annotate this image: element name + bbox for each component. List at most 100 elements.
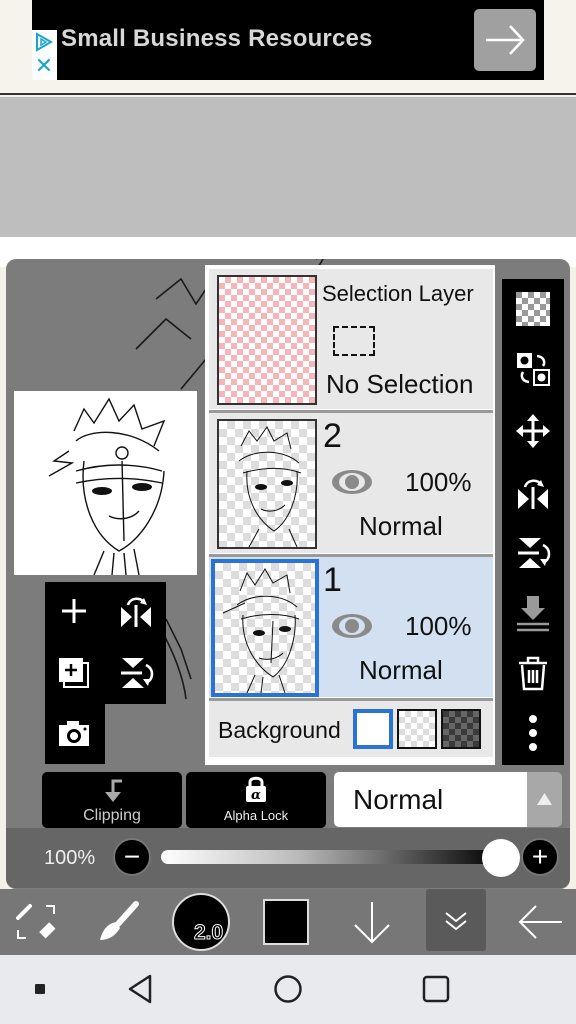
move-icon: [516, 414, 550, 448]
visibility-eye-icon[interactable]: [331, 468, 373, 496]
swap-tools-icon: [16, 904, 56, 939]
visibility-eye-icon[interactable]: [331, 612, 373, 640]
system-nav-bar: [0, 955, 576, 1024]
alpha-lock-button[interactable]: α Alpha Lock: [186, 772, 326, 828]
new-transparent-layer-button[interactable]: [502, 279, 564, 339]
home-circle-icon: [274, 975, 302, 1003]
layer-2-opacity[interactable]: 100%: [405, 467, 472, 498]
layer-1-sketch: [222, 568, 300, 693]
nav-recents-button[interactable]: [416, 969, 456, 1009]
bottom-toolbar: 2.0: [0, 889, 576, 955]
swap-layer-button[interactable]: [502, 339, 564, 399]
layer-side-toolbar: [502, 279, 564, 765]
notification-dot-button[interactable]: [20, 969, 60, 1009]
flip-horizontal-button[interactable]: [502, 463, 564, 523]
layer-2-blend-mode[interactable]: Normal: [359, 511, 443, 542]
opacity-increase-button[interactable]: +: [521, 838, 559, 876]
preview-sketch: [48, 397, 166, 576]
selection-layer[interactable]: Selection Layer No Selection: [209, 269, 493, 409]
layer-row-1[interactable]: 1 100% Normal: [209, 557, 493, 697]
more-options-button[interactable]: [502, 703, 564, 763]
app-header-area: [0, 97, 576, 237]
layer-1-thumbnail: [211, 559, 319, 697]
opacity-slider-track[interactable]: [161, 850, 501, 864]
swap-tools-button[interactable]: [8, 889, 64, 955]
alpha-lock-icon: α: [246, 776, 266, 803]
layer-1-opacity[interactable]: 100%: [405, 611, 472, 642]
quick-tools-panel: [45, 582, 166, 764]
layer-down-button[interactable]: [342, 889, 402, 955]
flip-horizontal-button[interactable]: [107, 582, 165, 640]
blend-mode-select[interactable]: Normal: [334, 772, 527, 827]
transparency-checker-icon: [516, 292, 550, 326]
blend-mode-dropdown-button[interactable]: [527, 772, 562, 827]
camera-button[interactable]: [45, 704, 103, 762]
arrow-down-icon: [354, 902, 390, 944]
delete-layer-button[interactable]: [502, 643, 564, 703]
layer-2-thumbnail: [217, 419, 317, 549]
layer-1-number: 1: [323, 561, 342, 599]
layer-2-number: 2: [323, 417, 342, 455]
flip-horizontal-icon: [121, 597, 151, 627]
brush-icon: [100, 901, 139, 940]
more-vertical-icon: [529, 715, 537, 751]
flip-vertical-button[interactable]: [502, 523, 564, 583]
alpha-lock-label: Alpha Lock: [223, 808, 289, 823]
back-arrow-icon: [518, 905, 562, 939]
ad-title[interactable]: Small Business Resources: [61, 25, 373, 53]
canvas-preview[interactable]: [14, 391, 197, 576]
chevron-up-icon: [537, 793, 552, 805]
recents-square-icon: [422, 975, 450, 1003]
plus-icon: +: [531, 841, 549, 872]
merge-down-button[interactable]: [502, 583, 564, 643]
close-icon[interactable]: ✕: [34, 55, 54, 77]
layer-row-2[interactable]: 2 100% Normal: [209, 413, 493, 553]
opacity-decrease-button[interactable]: −: [113, 838, 151, 876]
trash-icon: [519, 656, 547, 691]
flip-vertical-icon: [121, 658, 154, 688]
background-row: Background: [209, 701, 493, 757]
ad-choices-play-icon[interactable]: [34, 32, 54, 52]
layer-1-blend-mode[interactable]: Normal: [359, 655, 443, 686]
add-layer-icon: [62, 599, 86, 623]
selection-layer-status: No Selection: [326, 369, 474, 399]
collapse-icon: [445, 912, 467, 931]
camera-icon: [59, 721, 89, 746]
background-transparent-option[interactable]: [397, 709, 437, 749]
flip-horizontal-icon: [518, 479, 548, 509]
back-button[interactable]: [510, 889, 570, 955]
brush-size-button[interactable]: 2.0: [170, 889, 232, 955]
collapse-panel-button[interactable]: [426, 889, 486, 951]
selection-layer-title: Selection Layer: [322, 281, 474, 306]
background-label: Background: [218, 717, 341, 743]
selection-marquee-icon: [333, 326, 375, 356]
ad-choices-badge[interactable]: ✕: [32, 30, 57, 80]
clipping-button[interactable]: Clipping: [42, 772, 182, 828]
background-dark-option[interactable]: [441, 709, 481, 749]
square-dot-icon: [35, 984, 45, 994]
back-triangle-icon: [128, 974, 152, 1004]
duplicate-layer-icon: [59, 658, 89, 688]
minus-icon: −: [123, 841, 141, 872]
brush-tool-button[interactable]: [88, 889, 148, 955]
move-layer-button[interactable]: [502, 401, 564, 461]
add-layer-button[interactable]: [45, 582, 103, 640]
color-swatch-icon: [263, 899, 309, 945]
nav-back-button[interactable]: [120, 969, 160, 1009]
opacity-slider-thumb[interactable]: [482, 839, 520, 877]
ad-go-button[interactable]: [474, 9, 536, 71]
color-button[interactable]: [258, 889, 314, 955]
svg-text:α: α: [251, 788, 261, 803]
merge-down-icon: [517, 596, 549, 632]
layers-panel: Selection Layer No Selection 2 100% Norm…: [205, 265, 495, 765]
brush-size-value: 2.0: [193, 921, 224, 945]
layer-2-sketch: [238, 426, 302, 547]
clipping-icon: [105, 779, 122, 802]
duplicate-layer-button[interactable]: [45, 644, 103, 702]
nav-home-button[interactable]: [268, 969, 308, 1009]
clipping-label: Clipping: [83, 807, 141, 824]
opacity-value-label: 100%: [44, 847, 96, 869]
flip-vertical-button[interactable]: [107, 644, 165, 702]
background-white-option[interactable]: [353, 709, 393, 749]
swap-layer-icon: [517, 353, 550, 386]
